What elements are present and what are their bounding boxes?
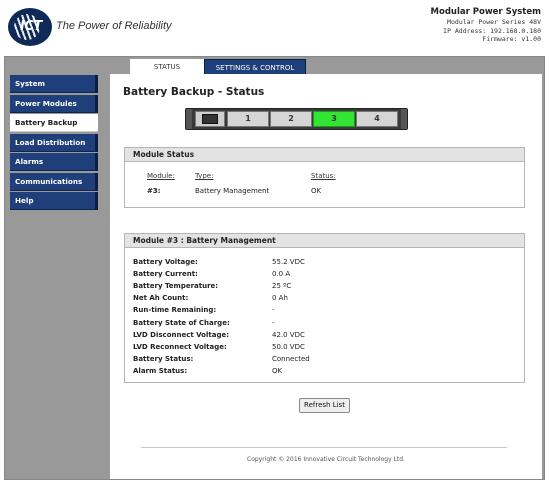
sidebar-item-communications[interactable]: Communications xyxy=(10,172,98,191)
sidebar-item-alarms[interactable]: Alarms xyxy=(10,153,98,171)
rack-slot-2[interactable]: 2 xyxy=(270,111,312,127)
ict-logo: ICT xyxy=(8,8,52,46)
rack-slot-1[interactable]: 1 xyxy=(227,111,269,127)
table-row: Battery State of Charge: - xyxy=(133,318,275,327)
logo-text: ICT xyxy=(20,19,42,34)
module-status-panel: Module Status Module: Type: Status: #3: … xyxy=(124,147,525,208)
tab-bar: STATUS SETTINGS & CONTROL xyxy=(130,59,306,75)
footer-copyright: Copyright © 2016 Innovative Circuit Tech… xyxy=(247,456,405,463)
table-row: Battery Temperature: 25 ºC xyxy=(133,282,292,291)
sidebar-nav: System Power Modules Battery Backup Load… xyxy=(10,75,98,212)
footer-divider xyxy=(141,447,507,448)
sidebar-item-load-distribution[interactable]: Load Distribution xyxy=(10,133,98,152)
rack-controller-slot[interactable] xyxy=(195,111,225,127)
table-row: Battery Voltage: 55.2 VDC xyxy=(133,258,305,267)
col-header-type: Type: xyxy=(195,172,214,180)
table-row: Alarm Status: OK xyxy=(133,366,283,375)
module-status-heading: Module Status xyxy=(125,148,524,162)
table-row: Net Ah Count: 0 Ah xyxy=(133,294,288,303)
firmware-version: Firmware: v1.00 xyxy=(482,35,541,43)
sidebar-item-battery-backup[interactable]: Battery Backup xyxy=(10,114,98,132)
table-row: LVD Reconnect Voltage: 50.0 VDC xyxy=(133,342,305,351)
controller-screen-icon xyxy=(202,114,218,124)
rack-slot-4[interactable]: 4 xyxy=(356,111,398,127)
rack-ear-left xyxy=(186,109,192,129)
module-status: OK xyxy=(311,187,322,195)
col-header-status: Status: xyxy=(311,172,336,180)
system-title: Modular Power System xyxy=(430,7,541,17)
battery-management-panel: Module #3 : Battery Management Battery V… xyxy=(124,233,525,383)
battery-details-table: Battery Voltage: 55.2 VDC Battery Current… xyxy=(133,256,513,377)
table-row: Run-time Remaining: - xyxy=(133,306,275,315)
rack-slot-3-selected[interactable]: 3 xyxy=(313,111,355,127)
system-series: Modular Power Series 48V xyxy=(447,18,541,26)
sidebar-item-help[interactable]: Help xyxy=(10,192,98,210)
tagline: The Power of Reliability xyxy=(56,20,172,32)
refresh-list-button[interactable]: Refresh List xyxy=(299,398,350,413)
battery-management-heading: Module #3 : Battery Management xyxy=(125,234,524,248)
tab-settings-control[interactable]: SETTINGS & CONTROL xyxy=(204,59,306,75)
sidebar-item-system[interactable]: System xyxy=(10,75,98,93)
col-header-module: Module: xyxy=(147,172,175,180)
table-row: Battery Current: 0.0 A xyxy=(133,270,291,279)
page-header: ICT The Power of Reliability Modular Pow… xyxy=(0,0,549,56)
rack-ear-right xyxy=(401,109,407,129)
rack-diagram: 1 2 3 4 xyxy=(185,108,408,130)
tab-status[interactable]: STATUS xyxy=(130,59,204,75)
page-title: Battery Backup - Status xyxy=(123,86,265,98)
module-number: #3: xyxy=(147,187,161,195)
module-type: Battery Management xyxy=(195,187,270,195)
system-info: Modular Power System Modular Power Serie… xyxy=(431,7,541,44)
sidebar-item-power-modules[interactable]: Power Modules xyxy=(10,94,98,113)
table-row: LVD Disconnect Voltage: 42.0 VDC xyxy=(133,330,305,339)
table-row: Battery Status: Connected xyxy=(133,354,310,363)
ip-address: IP Address: 192.168.0.180 xyxy=(443,26,541,35)
